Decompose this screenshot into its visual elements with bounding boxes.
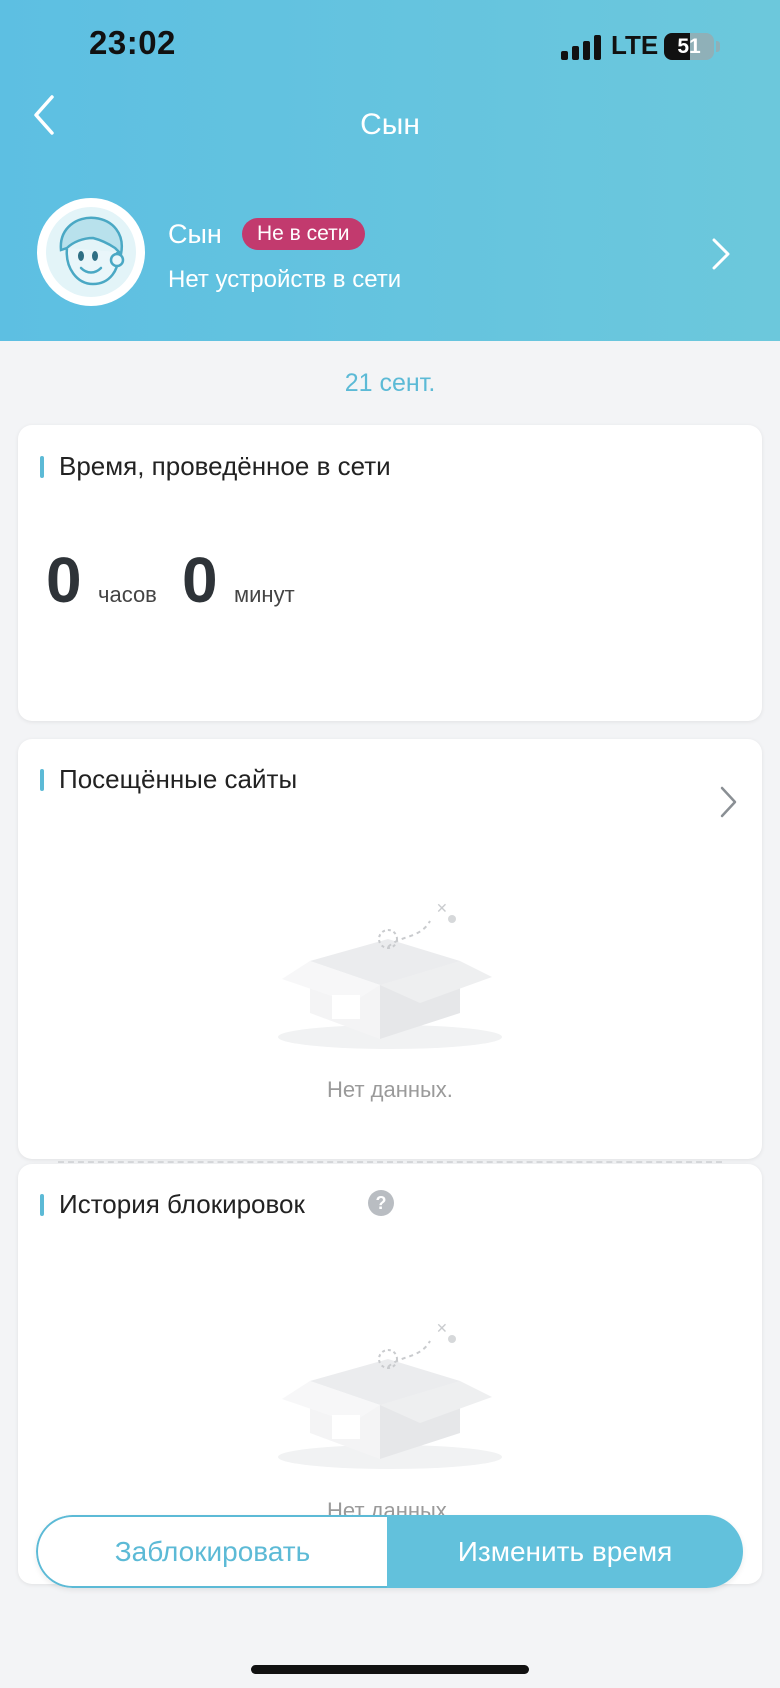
page-title: Сын bbox=[360, 108, 420, 141]
boy-face-icon bbox=[46, 207, 136, 297]
chevron-right-icon[interactable] bbox=[718, 785, 738, 819]
card-accent bbox=[40, 1194, 44, 1216]
profile-name: Сын bbox=[168, 219, 222, 249]
card-title: История блокировок bbox=[59, 1189, 305, 1219]
card-accent bbox=[40, 769, 44, 791]
card-title: Посещённые сайты bbox=[59, 764, 298, 794]
card-title: Время, проведённое в сети bbox=[59, 451, 391, 481]
hours-value: 0 bbox=[46, 544, 82, 616]
home-indicator bbox=[251, 1665, 529, 1674]
minutes-value: 0 bbox=[182, 544, 218, 616]
empty-text: Нет данных. bbox=[327, 1077, 453, 1102]
empty-box-icon: ✕ bbox=[270, 899, 510, 1054]
battery-tip bbox=[716, 41, 720, 52]
hours-unit: часов bbox=[98, 582, 157, 607]
minutes-unit: минут bbox=[234, 582, 295, 607]
change-time-button[interactable]: Изменить время bbox=[387, 1515, 743, 1588]
question-icon[interactable]: ? bbox=[368, 1190, 394, 1216]
divider bbox=[58, 1161, 722, 1163]
chevron-right-icon[interactable] bbox=[708, 236, 732, 272]
visited-sites-card[interactable]: Посещённые сайты ✕ Нет данных. bbox=[18, 739, 762, 1159]
signal-icon bbox=[561, 34, 603, 60]
header: 23:02 LTE 51 Сын Сын Не в сети Нет устро… bbox=[0, 0, 780, 341]
action-bar: Заблокировать Изменить время bbox=[36, 1515, 743, 1588]
date-selector[interactable]: 21 сент. bbox=[0, 369, 780, 398]
status-time: 23:02 bbox=[89, 24, 176, 61]
svg-text:✕: ✕ bbox=[436, 901, 448, 917]
status-badge: Не в сети bbox=[242, 218, 365, 250]
svg-text:✕: ✕ bbox=[436, 1321, 448, 1337]
avatar[interactable] bbox=[37, 198, 145, 306]
network-type: LTE bbox=[611, 30, 659, 60]
card-accent bbox=[40, 456, 44, 478]
online-time-card: Время, проведённое в сети 0 часов 0 мину… bbox=[18, 425, 762, 721]
battery-icon: 51 bbox=[664, 33, 714, 60]
block-button[interactable]: Заблокировать bbox=[36, 1515, 387, 1588]
profile-subtitle: Нет устройств в сети bbox=[168, 266, 402, 293]
battery-level: 51 bbox=[677, 35, 701, 58]
empty-box-icon: ✕ bbox=[270, 1319, 510, 1474]
